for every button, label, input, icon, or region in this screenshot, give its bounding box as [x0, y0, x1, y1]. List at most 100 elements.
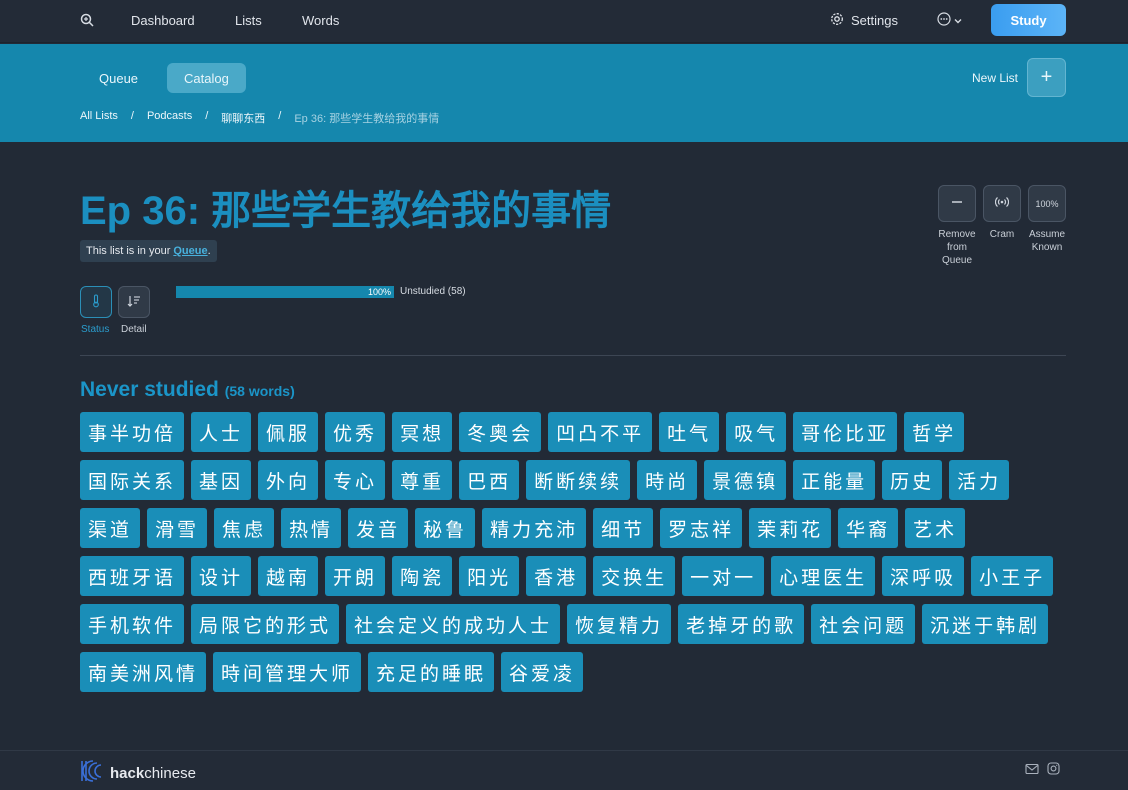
word-chip[interactable]: 一对一 — [682, 556, 765, 596]
word-chip[interactable]: 陶瓷 — [392, 556, 453, 596]
word-chip[interactable]: 专心 — [325, 460, 386, 500]
word-chip[interactable]: 時间管理大师 — [213, 652, 362, 692]
detail-sort-button[interactable] — [118, 286, 150, 318]
brand-logo[interactable]: hackchinese — [80, 760, 196, 786]
word-chip[interactable]: 巴西 — [459, 460, 520, 500]
word-chip[interactable]: 越南 — [258, 556, 319, 596]
breadcrumb-series[interactable]: 聊聊东西 — [221, 110, 265, 126]
cram-button[interactable] — [983, 185, 1021, 222]
progress-label: Unstudied (58) — [400, 286, 466, 297]
word-chip[interactable]: 热情 — [281, 508, 342, 548]
remove-from-queue-label: Remove from Queue — [938, 229, 976, 266]
ellipsis-circle-icon — [937, 12, 951, 31]
word-chip[interactable]: 开朗 — [325, 556, 386, 596]
word-chip[interactable]: 华裔 — [838, 508, 899, 548]
word-chip[interactable]: 冬奥会 — [459, 412, 542, 452]
word-chip[interactable]: 香港 — [526, 556, 587, 596]
remove-from-queue-button[interactable] — [938, 185, 976, 222]
new-list-label[interactable]: New List — [972, 71, 1018, 85]
mail-icon[interactable] — [1025, 762, 1039, 776]
word-chip[interactable]: 谷爱凌 — [501, 652, 584, 692]
word-chip[interactable]: 人士 — [191, 412, 252, 452]
queue-link[interactable]: Queue — [173, 245, 207, 257]
word-chip[interactable]: 恢复精力 — [567, 604, 672, 644]
word-chip[interactable]: 冥想 — [392, 412, 453, 452]
word-chip[interactable]: 哥伦比亚 — [793, 412, 898, 452]
list-header: Queue Catalog New List + All Lists / Pod… — [0, 44, 1128, 142]
word-chip[interactable]: 断断续续 — [526, 460, 631, 500]
word-chip[interactable]: 吸气 — [726, 412, 787, 452]
breadcrumb-podcasts[interactable]: Podcasts — [147, 110, 192, 126]
word-chip[interactable]: 历史 — [882, 460, 943, 500]
word-chip[interactable]: 外向 — [258, 460, 319, 500]
word-chip[interactable]: 细节 — [593, 508, 654, 548]
word-chip[interactable]: 发音 — [348, 508, 409, 548]
word-chip[interactable]: 基因 — [191, 460, 252, 500]
word-chip[interactable]: 茉莉花 — [749, 508, 832, 548]
assume-known-label: Assume Known — [1028, 229, 1066, 253]
word-chip[interactable]: 老掉牙的歌 — [678, 604, 805, 644]
tab-queue[interactable]: Queue — [82, 63, 155, 93]
word-chip[interactable]: 滑雪 — [147, 508, 208, 548]
word-chip[interactable]: 社会问题 — [811, 604, 916, 644]
instagram-icon[interactable] — [1047, 762, 1061, 776]
word-chip[interactable]: 事半功倍 — [80, 412, 185, 452]
assume-known-button[interactable]: 100% — [1028, 185, 1066, 222]
nav-words[interactable]: Words — [302, 13, 339, 28]
word-chip[interactable]: 活力 — [949, 460, 1010, 500]
word-chip[interactable]: 正能量 — [793, 460, 876, 500]
footer: hackchinese — [0, 750, 1128, 790]
gear-icon — [830, 12, 844, 29]
word-chip[interactable]: 手机软件 — [80, 604, 185, 644]
new-list-button[interactable]: + — [1027, 58, 1066, 97]
top-navigation: Dashboard Lists Words Settings Study — [0, 0, 1128, 43]
nav-lists[interactable]: Lists — [235, 13, 262, 28]
tab-catalog[interactable]: Catalog — [167, 63, 246, 93]
word-chip[interactable]: 秘鲁 — [415, 508, 476, 548]
thermometer-icon — [91, 293, 101, 311]
word-chip[interactable]: 国际关系 — [80, 460, 185, 500]
word-chip[interactable]: 罗志祥 — [660, 508, 743, 548]
chevron-down-icon — [953, 13, 963, 31]
word-chip[interactable]: 哲学 — [904, 412, 965, 452]
word-chip[interactable]: 凹凸不平 — [548, 412, 653, 452]
word-chip[interactable]: 深呼吸 — [882, 556, 965, 596]
word-chip[interactable]: 沉迷于韩剧 — [922, 604, 1049, 644]
settings-link[interactable]: Settings — [830, 12, 898, 29]
word-chip[interactable]: 艺术 — [905, 508, 966, 548]
word-chip[interactable]: 优秀 — [325, 412, 386, 452]
word-chip[interactable]: 時尚 — [637, 460, 698, 500]
status-view-button[interactable] — [80, 286, 112, 318]
word-chip[interactable]: 局限它的形式 — [191, 604, 340, 644]
brand-rest: chinese — [144, 764, 196, 782]
word-chip[interactable]: 心理医生 — [771, 556, 876, 596]
word-chip[interactable]: 焦虑 — [214, 508, 275, 548]
nav-dashboard[interactable]: Dashboard — [131, 13, 195, 28]
word-chip[interactable]: 设计 — [191, 556, 252, 596]
word-chip[interactable]: 渠道 — [80, 508, 141, 548]
word-chip[interactable]: 景德镇 — [704, 460, 787, 500]
word-chip[interactable]: 小王子 — [971, 556, 1054, 596]
search-icon[interactable] — [80, 13, 94, 27]
page-title: Ep 36: 那些学生教给我的事情 — [80, 189, 612, 233]
word-chip[interactable]: 充足的睡眠 — [368, 652, 495, 692]
breadcrumb-all-lists[interactable]: All Lists — [80, 110, 118, 126]
breadcrumb: All Lists / Podcasts / 聊聊东西 / Ep 36: 那些学… — [80, 110, 439, 126]
word-chip[interactable]: 尊重 — [392, 460, 453, 500]
study-button[interactable]: Study — [991, 4, 1066, 36]
word-chip[interactable]: 交换生 — [593, 556, 676, 596]
settings-label: Settings — [851, 13, 898, 28]
progress-fill — [176, 286, 394, 298]
word-chip[interactable]: 吐气 — [659, 412, 720, 452]
word-list: 事半功倍 人士 佩服 优秀 冥想 冬奥会 凹凸不平 吐气 吸气 哥伦比亚 哲学国际关系 基因 外向 专心尊… — [80, 412, 1070, 692]
word-chip[interactable]: 精力充沛 — [482, 508, 587, 548]
more-menu[interactable] — [937, 12, 963, 31]
word-chip[interactable]: 社会定义的成功人士 — [346, 604, 561, 644]
word-chip[interactable]: 南美洲风情 — [80, 652, 207, 692]
word-chip[interactable]: 西班牙语 — [80, 556, 185, 596]
queue-notice: This list is in your Queue . — [80, 240, 217, 262]
word-chip[interactable]: 佩服 — [258, 412, 319, 452]
breadcrumb-separator: / — [130, 110, 134, 122]
word-chip[interactable]: 阳光 — [459, 556, 520, 596]
breadcrumb-current: Ep 36: 那些学生教给我的事情 — [294, 113, 440, 125]
